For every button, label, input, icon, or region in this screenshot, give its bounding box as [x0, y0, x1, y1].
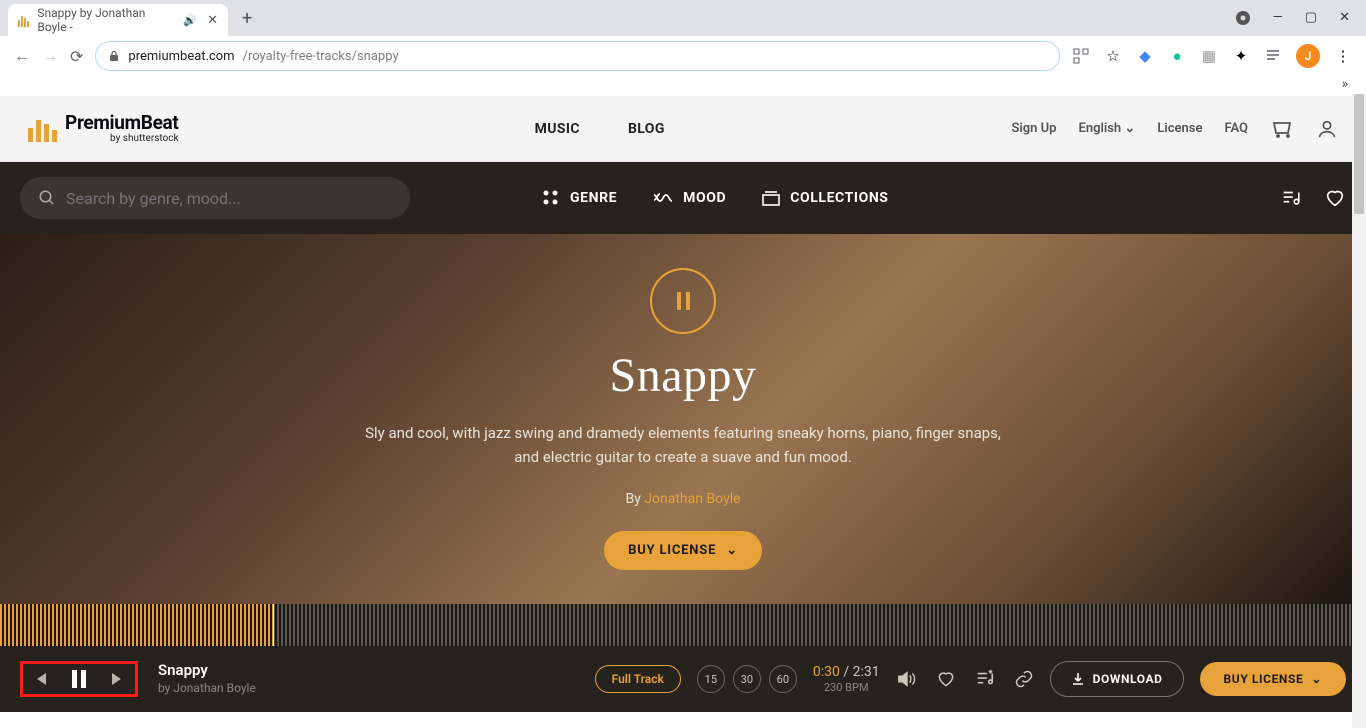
- faq-link[interactable]: FAQ: [1224, 121, 1248, 136]
- filter-mood[interactable]: MOOD: [653, 190, 726, 206]
- pause-button[interactable]: [69, 668, 89, 690]
- new-tab-button[interactable]: +: [242, 8, 252, 29]
- filter-collections[interactable]: COLLECTIONS: [762, 190, 888, 206]
- vertical-scrollbar[interactable]: [1352, 94, 1366, 728]
- site-header: PremiumBeat by shutterstock MUSIC BLOG S…: [0, 96, 1366, 162]
- scrollbar-thumb[interactable]: [1354, 94, 1364, 214]
- close-window-button[interactable]: ✕: [1339, 10, 1350, 26]
- search-icon: [38, 189, 56, 207]
- back-button[interactable]: ←: [14, 46, 30, 66]
- favicon-icon: [18, 13, 31, 27]
- nav-music[interactable]: MUSIC: [535, 121, 580, 137]
- overflow-chevron[interactable]: »: [0, 76, 1366, 96]
- extensions-puzzle-icon[interactable]: ✦: [1232, 47, 1250, 65]
- nav-blog[interactable]: BLOG: [628, 121, 665, 137]
- full-track-chip[interactable]: Full Track: [595, 665, 681, 693]
- search-input[interactable]: [66, 189, 392, 208]
- now-playing-title[interactable]: Snappy: [158, 661, 256, 681]
- language-selector[interactable]: English ⌄: [1079, 121, 1136, 136]
- chevron-down-icon: ⌄: [1311, 672, 1322, 686]
- incognito-icon[interactable]: [1235, 10, 1251, 26]
- favorite-icon[interactable]: [936, 669, 956, 689]
- add-playlist-icon[interactable]: [974, 669, 996, 689]
- playhead[interactable]: [273, 604, 274, 646]
- lock-icon: [108, 50, 120, 62]
- browser-tab-strip: Snappy by Jonathan Boyle - 🔊 ✕ + — ▢ ✕: [0, 0, 1366, 36]
- logo-bars-icon: [28, 116, 57, 142]
- url-path: /royalty-free-tracks/snappy: [243, 49, 399, 64]
- skip-60-button[interactable]: 60: [769, 665, 797, 693]
- signup-link[interactable]: Sign Up: [1011, 121, 1056, 136]
- search-box[interactable]: [20, 177, 410, 219]
- track-description: Sly and cool, with jazz swing and dramed…: [353, 421, 1013, 469]
- bookmark-star-icon[interactable]: ☆: [1104, 47, 1122, 65]
- skip-15-button[interactable]: 15: [697, 665, 725, 693]
- time-display: 0:30 / 2:31 230 BPM: [813, 664, 880, 694]
- forward-button[interactable]: →: [42, 46, 58, 66]
- playlist-icon[interactable]: [1280, 187, 1302, 209]
- url-domain: premiumbeat.com: [128, 49, 234, 64]
- hero-buy-license-button[interactable]: BUY LICENSE ⌄: [604, 531, 762, 570]
- previous-track-button[interactable]: [31, 670, 49, 688]
- filter-bar: GENRE MOOD COLLECTIONS: [0, 162, 1366, 234]
- account-icon[interactable]: [1316, 118, 1338, 140]
- qr-icon[interactable]: [1072, 47, 1090, 65]
- share-link-icon[interactable]: [1014, 669, 1034, 689]
- url-input[interactable]: premiumbeat.com/royalty-free-tracks/snap…: [95, 41, 1060, 71]
- minimize-button[interactable]: —: [1273, 10, 1283, 26]
- grammarly-icon[interactable]: ●: [1168, 47, 1186, 65]
- browser-tab[interactable]: Snappy by Jonathan Boyle - 🔊 ✕: [8, 4, 228, 36]
- bpm-label: 230 BPM: [824, 681, 869, 694]
- tab-audio-icon[interactable]: 🔊: [183, 14, 197, 27]
- pause-icon: [677, 292, 690, 310]
- grid-icon: [542, 189, 560, 207]
- address-bar: ← → ⟳ premiumbeat.com/royalty-free-track…: [0, 36, 1366, 76]
- chevron-down-icon: ⌄: [726, 543, 738, 558]
- license-link[interactable]: License: [1157, 121, 1202, 136]
- profile-avatar[interactable]: J: [1296, 44, 1320, 68]
- reading-list-icon[interactable]: [1264, 47, 1282, 65]
- extension-1-icon[interactable]: ◆: [1136, 47, 1154, 65]
- window-controls: — ▢ ✕: [1235, 10, 1366, 26]
- favorites-icon[interactable]: [1324, 187, 1346, 209]
- track-title: Snappy: [610, 348, 757, 403]
- site-logo[interactable]: PremiumBeat by shutterstock: [28, 113, 179, 144]
- playback-controls-highlight: [20, 661, 138, 697]
- player-buy-license-button[interactable]: BUY LICENSE ⌄: [1200, 662, 1346, 696]
- extension-3-icon[interactable]: ▦: [1200, 47, 1218, 65]
- collections-icon: [762, 190, 780, 206]
- maximize-button[interactable]: ▢: [1305, 10, 1317, 26]
- now-playing-meta: Snappy by Jonathan Boyle: [158, 661, 256, 696]
- now-playing-artist[interactable]: by Jonathan Boyle: [158, 681, 256, 697]
- filter-genre[interactable]: GENRE: [542, 189, 617, 207]
- skip-group: 15 30 60: [697, 665, 797, 693]
- waveform-scrubber[interactable]: [0, 604, 1366, 646]
- artist-link[interactable]: Jonathan Boyle: [644, 491, 740, 507]
- address-bar-icons: ☆ ◆ ● ▦ ✦ J ⋮: [1072, 44, 1352, 68]
- tab-title: Snappy by Jonathan Boyle -: [37, 6, 177, 34]
- hero-pause-button[interactable]: [650, 268, 716, 334]
- logo-text-main: PremiumBeat: [65, 113, 179, 132]
- logo-text-sub: by shutterstock: [65, 134, 179, 144]
- volume-icon[interactable]: [896, 669, 918, 689]
- next-track-button[interactable]: [109, 670, 127, 688]
- track-byline: By Jonathan Boyle: [625, 491, 740, 507]
- browser-menu-icon[interactable]: ⋮: [1334, 47, 1352, 65]
- player-bar: Snappy by Jonathan Boyle Full Track 15 3…: [0, 646, 1366, 712]
- cart-icon[interactable]: [1270, 117, 1294, 141]
- download-button[interactable]: DOWNLOAD: [1050, 661, 1184, 697]
- reload-button[interactable]: ⟳: [70, 47, 83, 66]
- skip-30-button[interactable]: 30: [733, 665, 761, 693]
- track-hero: Snappy Sly and cool, with jazz swing and…: [0, 234, 1366, 604]
- tab-close-icon[interactable]: ✕: [207, 13, 218, 28]
- wave-icon: [653, 191, 673, 205]
- download-icon: [1071, 672, 1085, 686]
- chevron-down-icon: ⌄: [1124, 121, 1135, 136]
